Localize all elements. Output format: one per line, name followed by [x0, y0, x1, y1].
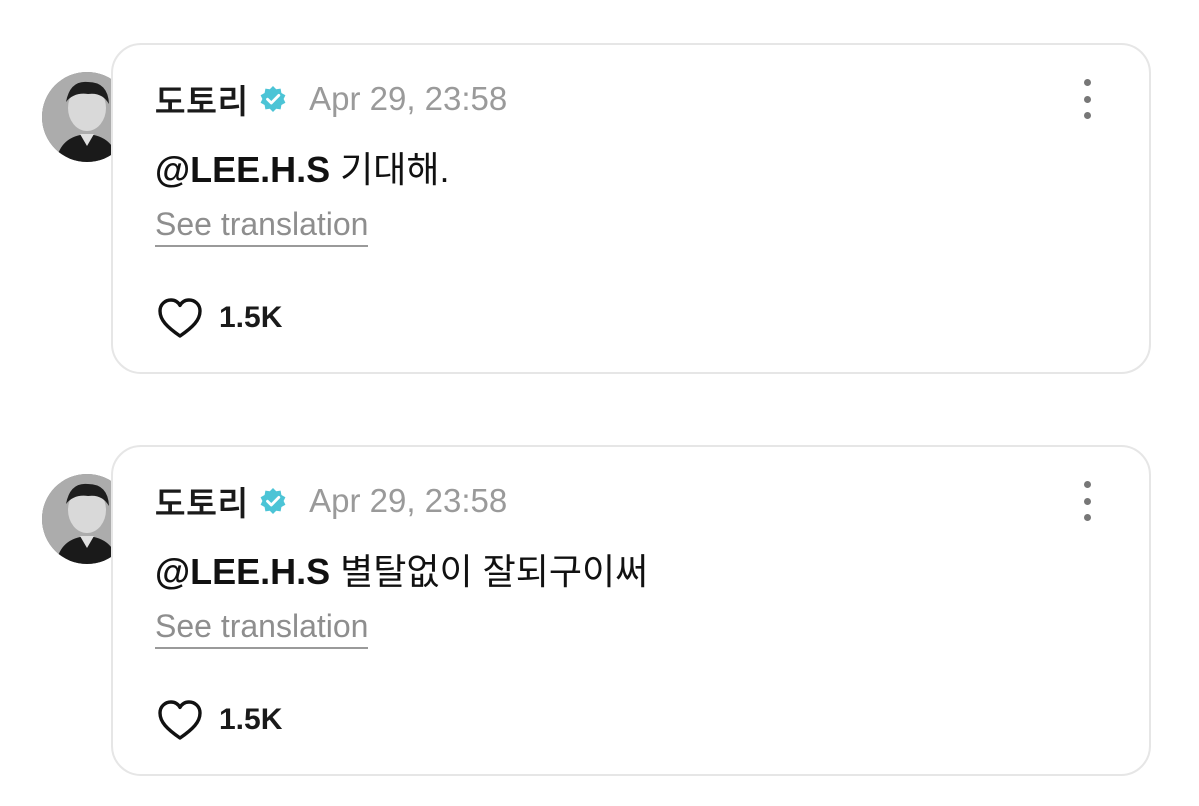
comment-card: 도토리 Apr 29, 23:58 @LEE.H.S 기대해. See tran… [111, 43, 1151, 374]
dot [1083, 514, 1091, 521]
comment-body: 별탈없이 잘되구이써 [330, 551, 649, 592]
timestamp: Apr 29, 23:58 [309, 482, 508, 519]
heart-icon[interactable] [157, 297, 203, 339]
comment-text: @LEE.H.S 별탈없이 잘되구이써 [155, 543, 648, 595]
dot [1083, 481, 1091, 488]
timestamp: Apr 29, 23:58 [309, 80, 508, 117]
mention-link[interactable]: @LEE.H.S [155, 149, 330, 190]
see-translation-link[interactable]: See translation [155, 206, 369, 247]
comment-header: 도토리 Apr 29, 23:58 [155, 79, 508, 120]
heart-icon[interactable] [157, 699, 203, 741]
dot [1083, 112, 1091, 119]
more-options-icon[interactable] [1077, 481, 1097, 521]
like-count: 1.5K [219, 301, 283, 334]
like-row: 1.5K [157, 297, 282, 339]
username[interactable]: 도토리 [155, 477, 249, 525]
like-row: 1.5K [157, 699, 282, 741]
comment-card: 도토리 Apr 29, 23:58 @LEE.H.S 별탈없이 잘되구이써 Se… [111, 445, 1151, 776]
comment-header: 도토리 Apr 29, 23:58 [155, 481, 508, 522]
dot [1083, 497, 1091, 505]
mention-link[interactable]: @LEE.H.S [155, 551, 330, 592]
verified-badge-icon [259, 487, 287, 515]
dot [1083, 95, 1091, 103]
more-options-icon[interactable] [1077, 79, 1097, 119]
comment-text: @LEE.H.S 기대해. [155, 141, 450, 193]
username[interactable]: 도토리 [155, 75, 249, 123]
comment-body: 기대해. [330, 149, 450, 190]
dot [1083, 79, 1091, 86]
see-translation-link[interactable]: See translation [155, 608, 369, 649]
like-count: 1.5K [219, 703, 283, 736]
verified-badge-icon [259, 85, 287, 113]
